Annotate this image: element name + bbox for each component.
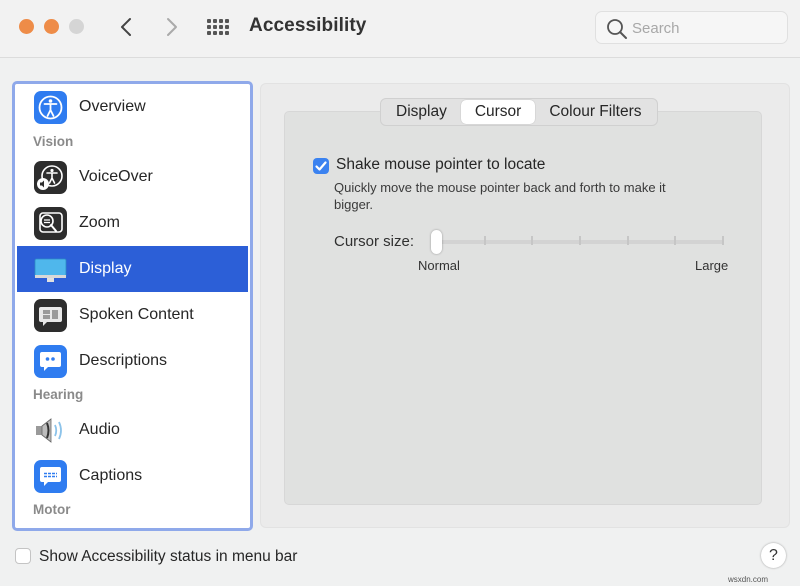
- slider-tick: [674, 236, 677, 245]
- slider-min-label: Normal: [418, 258, 460, 273]
- sidebar-item-label: Zoom: [79, 214, 120, 231]
- sidebar-item-label: Spoken Content: [79, 306, 194, 323]
- tab-display[interactable]: Display: [382, 100, 461, 124]
- speaker-audio-icon: [36, 418, 62, 443]
- search-field[interactable]: [595, 11, 788, 44]
- accessibility-overview-icon: [34, 91, 67, 124]
- zoom-magnifier-icon: [34, 207, 67, 240]
- display-monitor-icon: [34, 258, 67, 282]
- sidebar-item-label: Overview: [79, 98, 146, 115]
- sidebar: Overview Vision VoiceOver Zoom Display S…: [12, 81, 253, 531]
- tab-cursor[interactable]: Cursor: [460, 100, 536, 124]
- slider-tick: [579, 236, 581, 245]
- watermark: wsxdn.com: [728, 575, 769, 584]
- sidebar-item-label: Descriptions: [79, 352, 168, 369]
- sidebar-item-zoom[interactable]: Zoom: [17, 200, 248, 246]
- sidebar-item-descriptions[interactable]: Descriptions: [17, 338, 248, 384]
- minimize-window-button[interactable]: [44, 19, 59, 34]
- sidebar-item-captions[interactable]: Captions: [17, 453, 248, 499]
- tab-bar: Display Cursor Colour Filters: [380, 98, 658, 126]
- search-input[interactable]: [632, 17, 782, 39]
- show-all-button[interactable]: [207, 17, 231, 37]
- window-title: Accessibility: [249, 15, 367, 36]
- back-button[interactable]: [114, 13, 138, 41]
- forward-button[interactable]: [160, 13, 184, 41]
- sidebar-section-motor: Motor: [33, 502, 71, 517]
- sidebar-item-label: VoiceOver: [79, 168, 153, 185]
- shake-to-locate-checkbox[interactable]: [313, 158, 329, 174]
- descriptions-quote-bubble-icon: [34, 345, 67, 378]
- sidebar-item-overview[interactable]: Overview: [17, 84, 248, 130]
- chevron-right-icon: [167, 18, 177, 36]
- slider-tick: [531, 236, 534, 245]
- show-status-in-menu-bar-checkbox[interactable]: [15, 548, 31, 564]
- slider-tick: [483, 236, 486, 245]
- slider-tick: [626, 236, 629, 245]
- sidebar-item-label: Audio: [79, 421, 120, 438]
- zoom-window-button[interactable]: [69, 19, 84, 34]
- slider-tick: [722, 236, 724, 245]
- show-status-in-menu-bar-label: Show Accessibility status in menu bar: [39, 548, 298, 565]
- help-button[interactable]: ?: [761, 543, 786, 568]
- cursor-size-slider[interactable]: [432, 240, 724, 244]
- sidebar-item-voiceover[interactable]: VoiceOver: [17, 154, 248, 200]
- cursor-size-slider-thumb[interactable]: [431, 230, 442, 254]
- cursor-size-label: Cursor size:: [334, 233, 415, 250]
- shake-to-locate-label: Shake mouse pointer to locate: [336, 156, 546, 173]
- checkmark-icon: [315, 161, 327, 171]
- slider-max-label: Large: [695, 258, 729, 273]
- captions-bubble-icon: [34, 460, 67, 493]
- shake-to-locate-description: Quickly move the mouse pointer back and …: [334, 180, 666, 212]
- sidebar-item-label: Captions: [79, 467, 143, 484]
- sidebar-item-label: Display: [79, 260, 132, 277]
- close-window-button[interactable]: [19, 19, 34, 34]
- sidebar-item-audio[interactable]: Audio: [17, 407, 248, 453]
- search-icon: [607, 19, 627, 39]
- sidebar-item-display[interactable]: Display: [17, 246, 248, 292]
- chevron-left-icon: [121, 18, 131, 36]
- spoken-content-icon: [34, 299, 67, 332]
- sidebar-item-spoken-content[interactable]: Spoken Content: [17, 292, 248, 338]
- voiceover-icon: [34, 161, 67, 194]
- sidebar-section-hearing: Hearing: [33, 387, 84, 402]
- tab-colour-filters[interactable]: Colour Filters: [535, 100, 655, 124]
- title-bar: Accessibility: [0, 0, 800, 58]
- sidebar-section-vision: Vision: [33, 134, 74, 149]
